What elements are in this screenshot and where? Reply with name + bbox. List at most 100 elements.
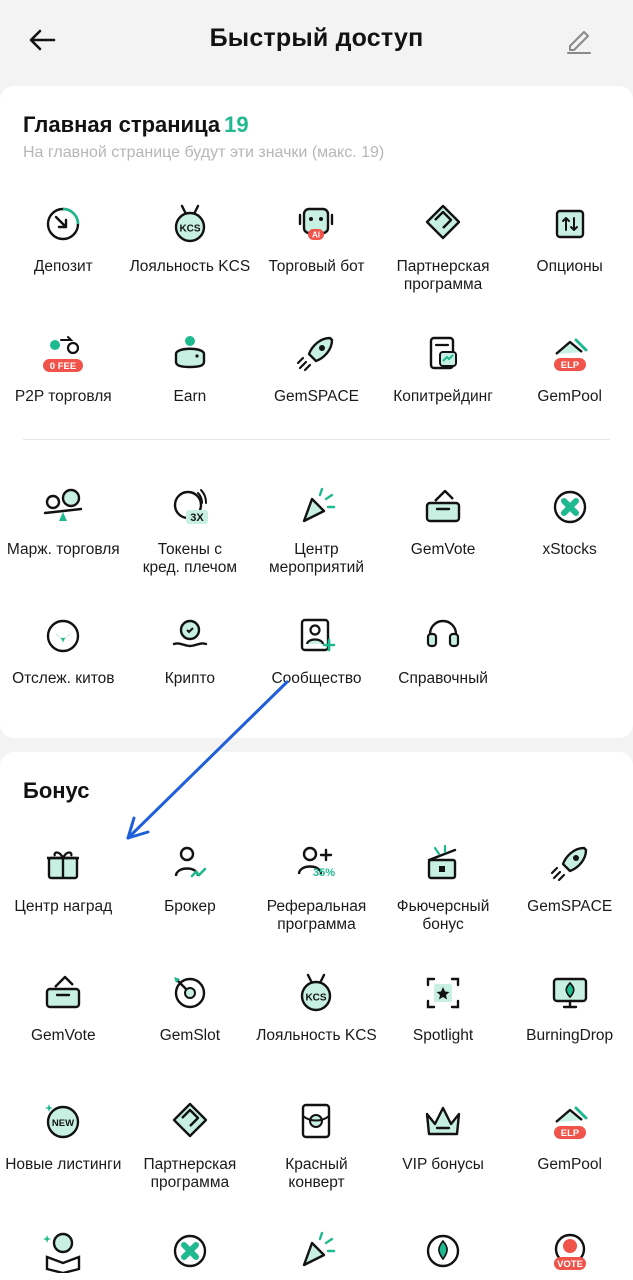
home-row-2: 0 FEE P2P торговля Earn GemSPACE Копитре… <box>0 332 633 442</box>
shortcut-label: Торговый бот <box>268 258 365 275</box>
shortcut-label: GemSlot <box>159 1027 221 1044</box>
shortcut-label: GemVote <box>410 541 476 558</box>
svg-text:VOTE: VOTE <box>557 1259 583 1270</box>
shortcut-gempool-bonus[interactable]: ELP GemPool <box>506 1100 633 1210</box>
home-section-label: Главная страница <box>23 112 221 137</box>
gemspace-rocket-icon <box>297 336 334 372</box>
shortcut-label: Депозит <box>33 258 93 275</box>
earn-piggy-icon <box>174 336 206 369</box>
shortcut-label: Марж. торговля <box>6 541 120 558</box>
new-listing-icon: NEW <box>45 1104 80 1139</box>
shortcut-options[interactable]: Опционы <box>506 202 633 312</box>
shortcut-deposit[interactable]: Депозит <box>0 202 127 312</box>
shortcut-events-bonus[interactable] <box>253 1229 380 1280</box>
shortcut-xstocks[interactable]: xStocks <box>506 485 633 595</box>
svg-text:NEW: NEW <box>52 1118 74 1129</box>
deposit-icon <box>47 207 80 241</box>
bonus-row-4: VOTE <box>0 1229 633 1280</box>
broker-icon <box>174 846 207 878</box>
shortcut-community[interactable]: Сообщество <box>253 614 380 724</box>
shortcut-gemslot[interactable]: GemSlot <box>127 971 254 1081</box>
kcs-loyalty-icon: KCS <box>301 973 332 1012</box>
shortcut-xstocks-bonus[interactable] <box>127 1229 254 1280</box>
shortcut-label: Красный конверт <box>285 1156 348 1191</box>
shortcut-new-listings[interactable]: NEW Новые листинги <box>0 1100 127 1210</box>
community-icon <box>301 618 336 652</box>
shortcut-vip[interactable]: VIP бонусы <box>380 1100 507 1210</box>
partner-handshake-icon <box>425 204 461 240</box>
support-headset-icon <box>426 619 460 648</box>
bonus-row-3: NEW Новые листинги Партнерская программа… <box>0 1100 633 1210</box>
bonus-row-1: Центр наград Брокер 35% Реферальная прог… <box>0 842 633 952</box>
bonus-card: Бонус Центр наград Брокер 35% Реферальна… <box>0 752 633 1280</box>
shortcut-gemspace-bonus[interactable]: GemSPACE <box>506 842 633 952</box>
shortcut-label: Отслеж. китов <box>12 670 115 687</box>
shortcut-partner[interactable]: Партнерская программа <box>380 202 507 312</box>
shortcut-earn[interactable]: Earn <box>127 332 254 442</box>
shortcut-vote[interactable]: VOTE <box>506 1229 633 1280</box>
shortcut-spotlight[interactable]: Spotlight <box>380 971 507 1081</box>
header: Быстрый доступ <box>0 0 633 80</box>
learn-book-icon <box>43 1232 81 1273</box>
shortcut-rewards-center[interactable]: Центр наград <box>0 842 127 952</box>
shortcut-burningdrop[interactable]: BurningDrop <box>506 971 633 1081</box>
shortcut-crypto[interactable]: Крипто <box>127 614 254 724</box>
svg-text:0 FEE: 0 FEE <box>50 361 76 372</box>
section-divider <box>23 439 610 440</box>
svg-text:AI: AI <box>312 231 320 240</box>
shortcut-kcs-loyalty[interactable]: KCS Лояльность KCS <box>127 202 254 312</box>
margin-icon <box>44 488 83 521</box>
shortcut-label: P2P торговля <box>14 388 112 405</box>
shortcut-label: Spotlight <box>412 1027 474 1044</box>
burningdrop-icon <box>552 977 587 1009</box>
svg-text:ELP: ELP <box>560 360 579 371</box>
shortcut-p2p[interactable]: 0 FEE P2P торговля <box>0 332 127 442</box>
gemvote-icon <box>425 489 461 523</box>
bonus-section-title: Бонус <box>23 778 90 803</box>
shortcut-learn[interactable] <box>0 1229 127 1280</box>
shortcut-leveraged-tokens[interactable]: 3X Токены с кред. плечом <box>127 485 254 595</box>
shortcut-partner-bonus[interactable]: Партнерская программа <box>127 1100 254 1210</box>
p2p-icon: 0 FEE <box>43 336 84 372</box>
shortcut-broker[interactable]: Брокер <box>127 842 254 952</box>
shortcut-drop[interactable] <box>380 1229 507 1280</box>
shortcut-kcs-loyalty-bonus[interactable]: KCS Лояльность KCS <box>253 971 380 1081</box>
bonus-row-2: GemVote GemSlot KCS Лояльность KCS Spotl… <box>0 971 633 1081</box>
shortcut-gemspace[interactable]: GemSPACE <box>253 332 380 442</box>
shortcut-gemvote-bonus[interactable]: GemVote <box>0 971 127 1081</box>
kcs-loyalty-icon: KCS <box>174 204 206 243</box>
shortcut-label: Сообщество <box>271 670 362 687</box>
shortcut-red-envelope[interactable]: Красный конверт <box>253 1100 380 1210</box>
events-party-icon <box>303 1231 336 1267</box>
shortcut-events[interactable]: Центр мероприятий <box>253 485 380 595</box>
partner-handshake-icon <box>172 1102 208 1138</box>
gempool-icon: ELP <box>553 1106 588 1139</box>
home-section-title: Главная страница 19 <box>23 112 249 138</box>
vip-crown-icon <box>425 1106 461 1136</box>
shortcut-whale[interactable]: Отслеж. китов <box>0 614 127 724</box>
options-icon <box>555 209 584 239</box>
shortcut-gempool[interactable]: ELP GemPool <box>506 332 633 442</box>
shortcut-trading-bot[interactable]: AI Торговый бот <box>253 202 380 312</box>
referral-icon: 35% <box>298 846 336 879</box>
shortcut-label: BurningDrop <box>526 1027 614 1044</box>
shortcut-label: GemPool <box>537 388 602 405</box>
shortcut-label: Справочный <box>398 670 488 687</box>
svg-text:KCS: KCS <box>306 993 327 1004</box>
shortcut-label: Токены с кред. плечом <box>142 541 237 576</box>
xstocks-icon <box>553 490 586 524</box>
red-envelope-icon <box>302 1103 331 1139</box>
gemvote-icon <box>46 975 81 1009</box>
svg-text:KCS: KCS <box>179 224 200 235</box>
gemslot-icon <box>173 977 206 1009</box>
shortcut-copytrading[interactable]: Копитрейдинг <box>380 332 507 442</box>
shortcut-referral[interactable]: 35% Реферальная программа <box>253 842 380 952</box>
shortcut-label: GemSPACE <box>273 388 359 405</box>
shortcut-label: Реферальная программа <box>266 898 367 933</box>
shortcut-futures-bonus[interactable]: Фьючерсный бонус <box>380 842 507 952</box>
shortcut-support[interactable]: Справочный <box>380 614 507 724</box>
shortcut-gemvote[interactable]: GemVote <box>380 485 507 595</box>
shortcut-margin[interactable]: Марж. торговля <box>0 485 127 595</box>
edit-pencil-icon[interactable] <box>561 22 597 58</box>
shortcut-label: GemVote <box>30 1027 96 1044</box>
